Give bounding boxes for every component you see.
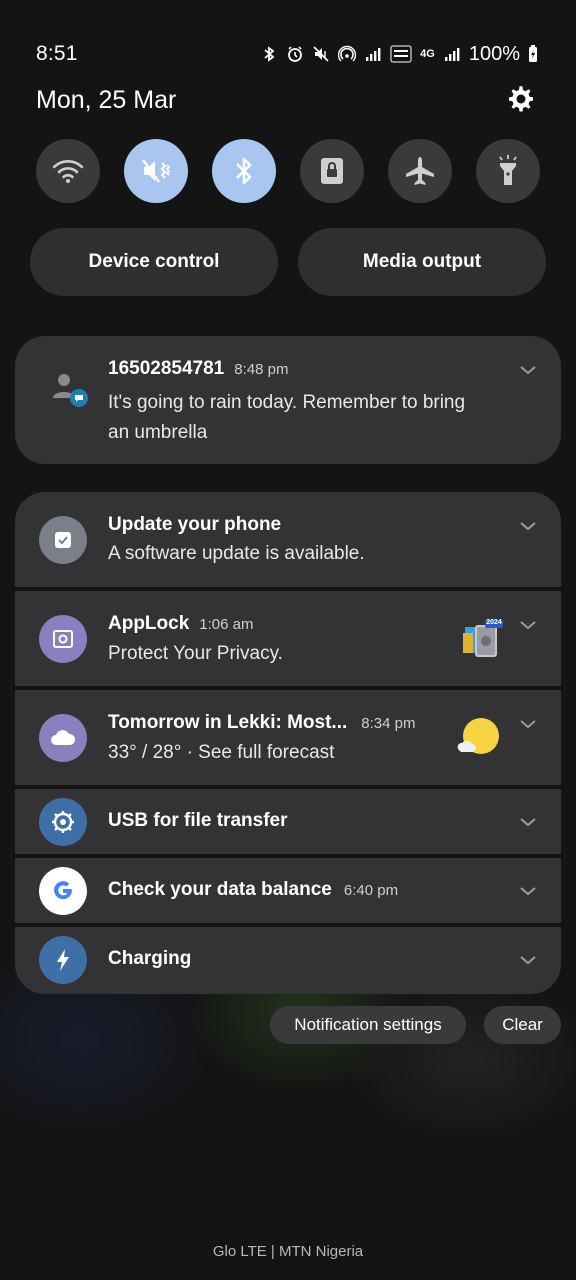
signal-icon-1 — [366, 48, 381, 61]
message-header: 16502854781 8:48 pm — [108, 358, 288, 380]
chevron-down-icon[interactable] — [519, 619, 537, 631]
notification-body: Protect Your Privacy. — [108, 643, 283, 664]
date-label: Mon, 25 Mar — [36, 86, 177, 114]
notification-weather[interactable]: Tomorrow in Lekki: Most... 8:34 pm 33° / … — [15, 690, 561, 785]
message-sender: 16502854781 — [108, 358, 225, 379]
notification-title: Check your data balance — [108, 879, 332, 900]
signal-icon-2 — [444, 48, 460, 61]
usb-settings-icon — [39, 798, 87, 846]
airplane-icon — [406, 157, 434, 185]
notification-time: 6:40 pm — [343, 882, 399, 899]
hotspot-icon — [338, 45, 357, 62]
chevron-down-icon[interactable] — [519, 520, 537, 532]
notification-title: Update your phone — [108, 514, 282, 535]
mute-status-icon — [313, 46, 329, 62]
mute-vibrate-icon — [142, 159, 171, 183]
airplane-mode-toggle[interactable] — [388, 139, 452, 203]
notification-settings-label: Notification settings — [294, 1015, 442, 1034]
volte-icon — [390, 45, 412, 63]
notification-title: Tomorrow in Lekki: Most... — [108, 712, 348, 733]
device-control-button[interactable]: Device control — [30, 228, 278, 296]
notification-data-balance[interactable]: Check your data balance 6:40 pm — [15, 858, 561, 923]
sun-cloud-icon — [457, 718, 499, 754]
alarm-icon — [288, 46, 303, 62]
notification-header: AppLock 1:06 am — [108, 613, 253, 635]
contact-avatar-icon — [53, 374, 88, 407]
clock: 8:51 — [36, 42, 78, 65]
device-control-label: Device control — [88, 251, 220, 272]
notification-time: 8:34 pm — [361, 715, 416, 732]
software-update-icon — [39, 516, 87, 564]
applock-icon — [39, 615, 87, 663]
wifi-toggle[interactable] — [36, 139, 100, 203]
media-output-button[interactable]: Media output — [298, 228, 546, 296]
notification-body: A software update is available. — [108, 543, 365, 564]
notification-header: Tomorrow in Lekki: Most... 8:34 pm — [108, 712, 415, 734]
notification-settings-button[interactable]: Notification settings — [270, 1006, 466, 1044]
message-time: 8:48 pm — [234, 361, 289, 378]
flashlight-icon — [499, 155, 517, 185]
bluetooth-status-icon — [264, 46, 275, 62]
clear-label: Clear — [502, 1015, 543, 1034]
notification-header: Check your data balance 6:40 pm — [108, 879, 398, 901]
notification-charging[interactable]: Charging — [15, 927, 561, 994]
chevron-down-icon[interactable] — [519, 954, 537, 966]
lock-rotation-icon — [321, 158, 343, 184]
bluetooth-icon — [236, 157, 252, 185]
applock-year-badge: 2024 — [486, 619, 502, 626]
charging-bolt-icon — [39, 936, 87, 984]
wifi-icon — [52, 160, 84, 183]
status-icons: 4G 100% — [260, 41, 538, 67]
notification-time: 1:06 am — [199, 616, 254, 633]
message-notification[interactable]: 16502854781 8:48 pm It's going to rain to… — [15, 336, 561, 464]
chevron-down-icon[interactable] — [519, 885, 537, 897]
chevron-down-icon[interactable] — [519, 364, 537, 376]
network-type-label: 4G — [420, 48, 435, 60]
clear-button[interactable]: Clear — [484, 1006, 561, 1044]
quick-settings-row — [36, 139, 540, 203]
flashlight-toggle[interactable] — [476, 139, 540, 203]
bluetooth-toggle[interactable] — [212, 139, 276, 203]
notification-title: Charging — [108, 948, 192, 969]
applock-thumbnail-icon: 2024 — [459, 619, 503, 661]
gear-icon[interactable] — [506, 84, 534, 112]
media-output-label: Media output — [362, 251, 482, 272]
battery-charging-icon — [529, 45, 537, 62]
carrier-label: Glo LTE | MTN Nigeria — [212, 1243, 364, 1260]
sound-mode-toggle[interactable] — [124, 139, 188, 203]
message-line-1: It's going to rain today. Remember to br… — [108, 392, 466, 413]
notification-body: 33° / 28° · See full forecast — [108, 742, 335, 763]
weather-cloud-icon — [39, 714, 87, 762]
battery-percentage: 100% — [468, 42, 520, 65]
rotation-lock-toggle[interactable] — [300, 139, 364, 203]
notification-title: USB for file transfer — [108, 810, 288, 831]
notification-applock[interactable]: AppLock 1:06 am Protect Your Privacy. 202… — [15, 591, 561, 686]
notification-group: Update your phone A software update is a… — [15, 492, 561, 994]
chevron-down-icon[interactable] — [519, 718, 537, 730]
notification-usb[interactable]: USB for file transfer — [15, 789, 561, 854]
message-line-2: an umbrella — [108, 422, 208, 443]
notification-update-phone[interactable]: Update your phone A software update is a… — [15, 492, 561, 587]
notification-title: AppLock — [108, 613, 190, 634]
google-icon — [39, 867, 87, 915]
chevron-down-icon[interactable] — [519, 816, 537, 828]
